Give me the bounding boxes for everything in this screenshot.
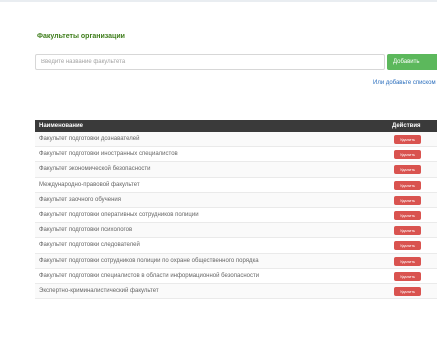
delete-button[interactable]: Удалить (394, 286, 421, 296)
faculty-name: Экспертно-криминалистический факультет (39, 287, 159, 294)
add-button[interactable]: Добавить (387, 54, 437, 70)
page-title: Факультеты организации (37, 33, 125, 40)
table-header: Наименование Действия (35, 120, 437, 132)
delete-button[interactable]: Удалить (394, 210, 421, 220)
header-actions: Действия (392, 123, 421, 129)
table-row: Факультет подготовки психологов Удалить (35, 223, 437, 239)
faculty-name: Факультет подготовки дознавателей (39, 136, 140, 142)
table-row: Факультет заочного обучения Удалить (35, 192, 437, 208)
top-divider (0, 0, 437, 2)
delete-button[interactable]: Удалить (394, 241, 421, 251)
faculty-name: Факультет экономической безопасности (39, 166, 151, 173)
table-row: Факультет экономической безопасности Уда… (35, 162, 437, 178)
faculty-name: Международно-правовой факультет (39, 181, 140, 188)
table-row: Факультет подготовки дознавателей Удалит… (35, 132, 437, 148)
delete-button[interactable]: Удалить (394, 226, 421, 236)
faculty-name: Факультет подготовки оперативных сотрудн… (39, 211, 199, 218)
delete-button[interactable]: Удалить (394, 135, 421, 144)
faculties-panel: Факультеты организации Добавить Или доба… (28, 12, 437, 352)
faculty-name: Факультет заочного обучения (39, 196, 121, 203)
faculty-name: Факультет подготовки иностранных специал… (39, 151, 178, 158)
add-list-link[interactable]: Или добавьте списком (373, 80, 436, 86)
delete-button[interactable]: Удалить (394, 180, 421, 190)
delete-button[interactable]: Удалить (394, 256, 421, 266)
table-row: Экспертно-криминалистический факультет У… (35, 283, 437, 300)
table-row: Факультет подготовки следователей Удалит… (35, 238, 437, 254)
table-row: Факультет подготовки иностранных специал… (35, 147, 437, 163)
faculty-name: Факультет подготовки следователей (39, 242, 140, 249)
delete-button[interactable]: Удалить (394, 195, 421, 205)
faculties-table: Наименование Действия Факультет подготов… (35, 120, 437, 300)
delete-button[interactable]: Удалить (394, 271, 421, 281)
table-row: Факультет подготовки сотрудников полиции… (35, 253, 437, 269)
delete-button[interactable]: Удалить (394, 165, 421, 175)
table-row: Факультет подготовки специалистов в обла… (35, 269, 437, 284)
table-row: Факультет подготовки оперативных сотрудн… (35, 208, 437, 224)
header-name: Наименование (39, 123, 84, 129)
faculty-name-input[interactable] (35, 54, 385, 70)
faculty-name: Факультет подготовки психологов (39, 227, 133, 234)
table-body: Факультет подготовки дознавателей Удалит… (35, 132, 437, 300)
delete-button[interactable]: Удалить (394, 150, 421, 160)
table-row: Международно-правовой факультет Удалить (35, 178, 437, 193)
faculty-name: Факультет подготовки специалистов в обла… (39, 272, 260, 279)
faculty-name: Факультет подготовки сотрудников полиции… (39, 257, 259, 264)
